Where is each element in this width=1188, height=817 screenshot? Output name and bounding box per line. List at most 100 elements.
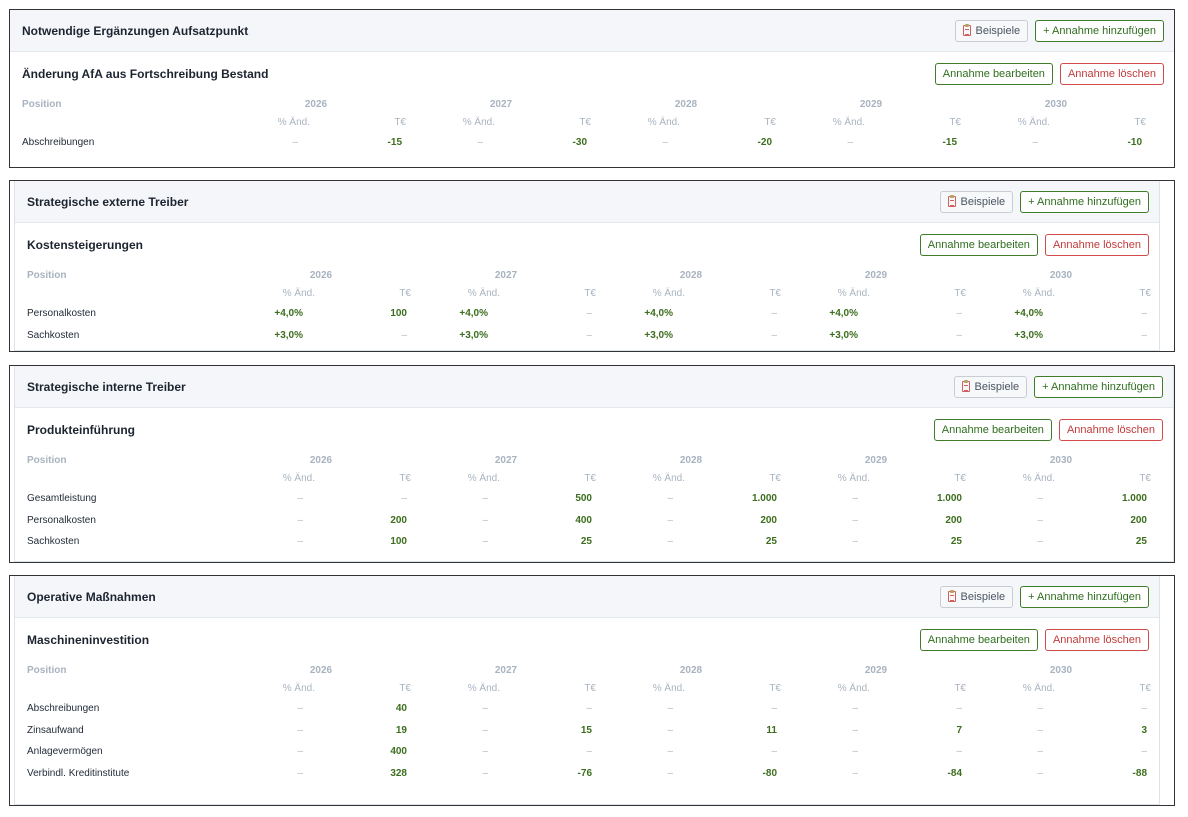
pct-change-header: % Änd. [837, 288, 870, 299]
te-value: 25 [580, 536, 592, 547]
te-header: T€ [769, 683, 781, 694]
te-header: T€ [399, 683, 411, 694]
year-header: 2030 [1049, 270, 1073, 281]
year-header-row: Position 2026 2027 2028 2029 2030 [15, 267, 1159, 285]
pct-change-value: – [482, 536, 488, 547]
te-value: 200 [945, 514, 962, 526]
examples-button[interactable]: Beispiele [954, 19, 1029, 42]
position-header: Position [27, 665, 67, 676]
pct-change-value: – [477, 137, 483, 148]
te-value: 200 [760, 514, 777, 526]
te-value: 15 [580, 724, 592, 736]
position-header: Position [27, 455, 67, 466]
section-actions: Beispiele + Annahme hinzufügen [939, 585, 1149, 608]
add-assumption-button[interactable]: + Annahme hinzufügen [1020, 190, 1149, 213]
te-header: T€ [584, 288, 596, 299]
pct-change-value: – [852, 536, 858, 547]
pct-change-value: +3,0% [459, 329, 488, 341]
delete-assumption-button[interactable]: Annahme löschen [1058, 419, 1163, 441]
assumption-actions: Annahme bearbeiten Annahme löschen [919, 234, 1149, 256]
delete-assumption-button[interactable]: Annahme löschen [1044, 629, 1149, 651]
examples-label: Beispiele [960, 590, 1006, 603]
assumption-card: Strategische interne Treiber Beispiele + A… [14, 366, 1174, 562]
te-value: 100 [390, 308, 407, 319]
clipboard-icon [962, 24, 971, 36]
table-row: Verbindl. Kreditinstitute – 328 – -76 – -80 – -8… [15, 763, 1159, 785]
year-header: 2029 [864, 270, 888, 281]
te-value: -84 [947, 767, 962, 779]
te-header: T€ [1139, 683, 1151, 694]
table-row: Personalkosten – 200 – 400 – 200 – 200 – 200 [15, 510, 1173, 532]
section-title: Notwendige Ergänzungen Aufsatzpunkt [22, 23, 249, 38]
table-row: Abschreibungen – 40 – – – – – – – – [15, 698, 1159, 720]
te-value: – [1141, 746, 1147, 757]
add-assumption-button[interactable]: + Annahme hinzufügen [1034, 375, 1163, 398]
edit-assumption-button[interactable]: Annahme bearbeiten [919, 234, 1038, 256]
section-actions: Beispiele + Annahme hinzufügen [953, 375, 1163, 398]
pct-change-header: % Änd. [1022, 288, 1055, 299]
row-label: Personalkosten [27, 308, 96, 319]
pct-change-value: – [297, 703, 303, 714]
edit-assumption-button[interactable]: Annahme bearbeiten [919, 629, 1038, 651]
row-label: Sachkosten [27, 536, 80, 547]
te-value: 1.000 [936, 493, 962, 504]
year-header: 2028 [679, 665, 703, 676]
examples-button[interactable]: Beispiele [953, 375, 1028, 398]
pct-change-value: +3,0% [644, 329, 673, 341]
pct-change-value: – [297, 724, 303, 736]
table-row: Personalkosten +4,0% 100 +4,0% – +4,0% – +4,0% –… [15, 303, 1159, 325]
te-header: T€ [584, 683, 596, 694]
pct-change-header: % Änd. [282, 473, 315, 484]
pct-change-value: – [482, 724, 488, 736]
pct-change-value: – [482, 767, 488, 779]
pct-change-header: % Änd. [1017, 117, 1050, 128]
pct-change-header: % Änd. [467, 288, 500, 299]
examples-button[interactable]: Beispiele [939, 190, 1014, 213]
pct-change-value: – [297, 536, 303, 547]
pct-change-header: % Änd. [462, 117, 495, 128]
te-header: T€ [954, 473, 966, 484]
year-header: 2028 [674, 99, 698, 110]
pct-change-header: % Änd. [467, 683, 500, 694]
year-header: 2027 [494, 455, 518, 466]
te-value: – [586, 308, 592, 319]
examples-label: Beispiele [975, 24, 1021, 37]
te-value: -88 [1132, 767, 1147, 779]
clipboard-icon [947, 195, 956, 207]
pct-change-value: – [662, 137, 668, 148]
table-row: Sachkosten +3,0% – +3,0% – +3,0% – +3,0% – +3,0% – [15, 325, 1159, 347]
delete-assumption-button[interactable]: Annahme löschen [1059, 63, 1164, 85]
te-value: 500 [575, 493, 592, 504]
add-assumption-button[interactable]: + Annahme hinzufügen [1035, 19, 1164, 42]
te-header: T€ [764, 117, 776, 128]
te-value: – [401, 493, 407, 504]
pct-change-value: – [482, 703, 488, 714]
section-actions: Beispiele + Annahme hinzufügen [954, 19, 1164, 42]
pct-change-value: – [852, 746, 858, 757]
pct-change-value: – [667, 746, 673, 757]
delete-assumption-button[interactable]: Annahme löschen [1044, 234, 1149, 256]
section-panel: Operative Maßnahmen Beispiele + Annahme hi… [9, 575, 1175, 806]
section-title: Operative Maßnahmen [27, 589, 156, 604]
te-value: -15 [387, 137, 402, 148]
add-assumption-button[interactable]: + Annahme hinzufügen [1020, 585, 1149, 608]
examples-button[interactable]: Beispiele [939, 585, 1014, 608]
year-header: 2030 [1049, 665, 1073, 676]
te-header: T€ [949, 117, 961, 128]
te-value: -80 [762, 767, 777, 779]
pct-change-value: +3,0% [274, 329, 303, 341]
te-header: T€ [399, 473, 411, 484]
assumption-card: Notwendige Ergänzungen Aufsatzpunkt Beisp… [10, 10, 1174, 167]
table-row: Sachkosten – 100 – 25 – 25 – 25 – 25 [15, 531, 1173, 553]
te-header: T€ [769, 473, 781, 484]
assumption-card: Strategische externe Treiber Beispiele + A… [14, 181, 1160, 351]
pct-change-value: +4,0% [459, 308, 488, 319]
te-value: – [1141, 308, 1147, 319]
edit-assumption-button[interactable]: Annahme bearbeiten [933, 419, 1052, 441]
unit-header-row: % Änd. T€ % Änd. T€ % Änd. T€ % Änd. T€ % Änd. T€ [15, 680, 1159, 698]
position-header: Position [22, 99, 62, 110]
year-header: 2028 [679, 270, 703, 281]
edit-assumption-button[interactable]: Annahme bearbeiten [934, 63, 1053, 85]
year-header: 2026 [309, 270, 333, 281]
table-row: Anlagevermögen – 400 – – – – – – – – [15, 741, 1159, 763]
